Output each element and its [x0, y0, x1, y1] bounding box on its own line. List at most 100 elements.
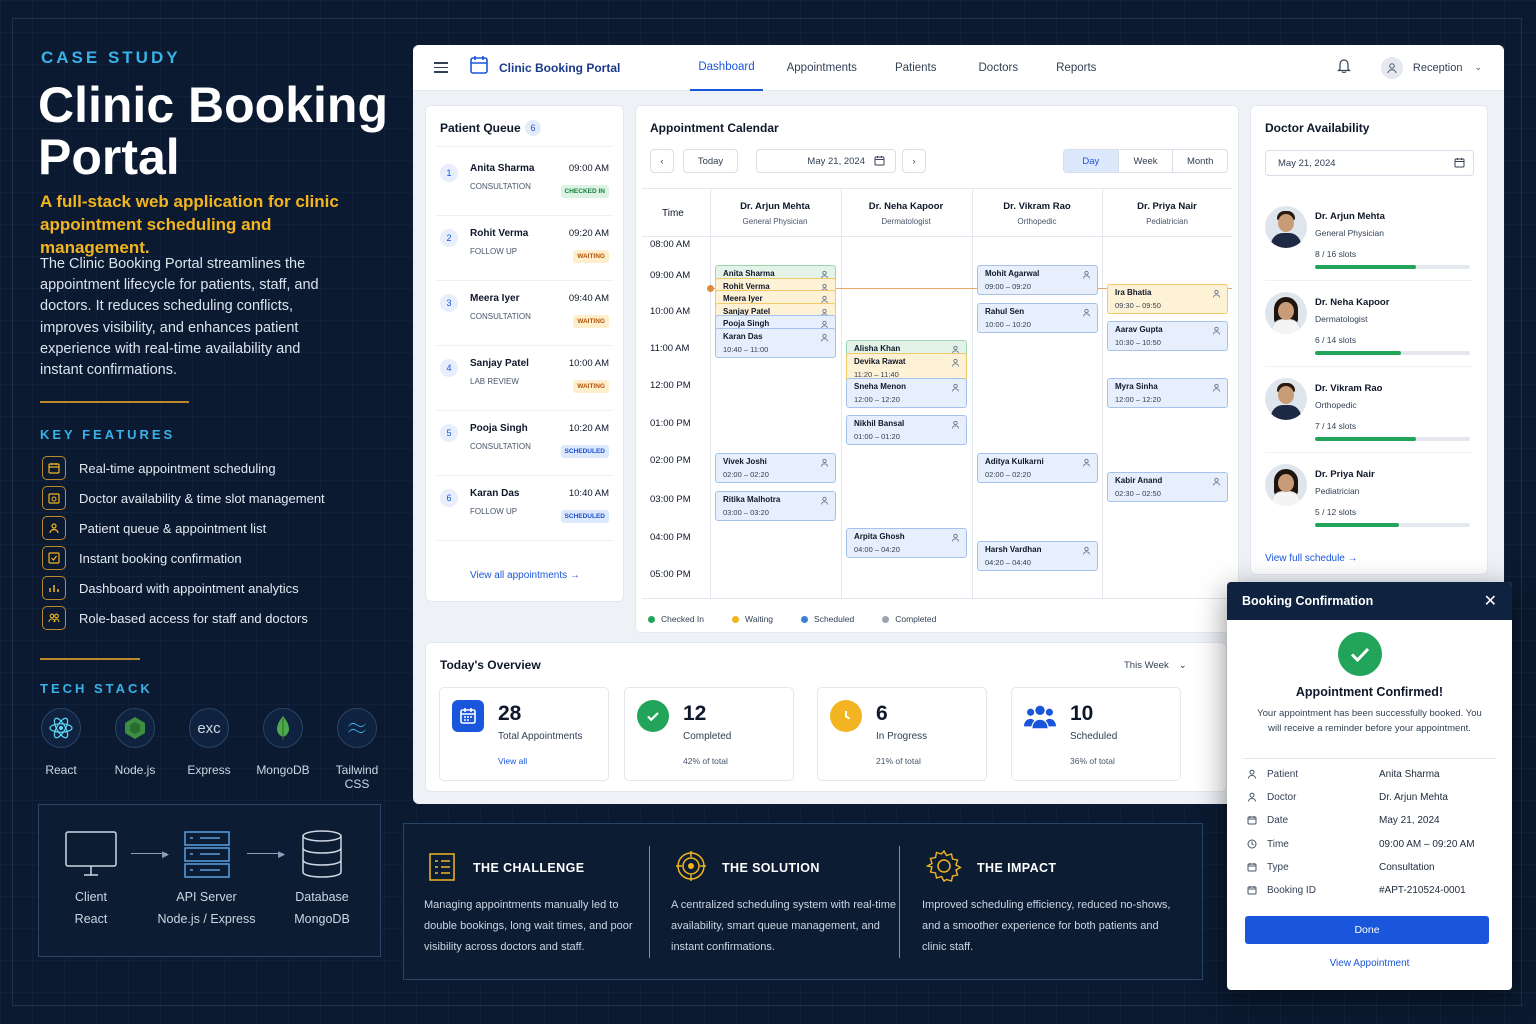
- stat-label: Scheduled: [1070, 731, 1118, 742]
- today-button[interactable]: Today: [683, 149, 738, 173]
- feature-label: Role-based access for staff and doctors: [79, 610, 308, 626]
- view-day-button[interactable]: Day: [1064, 150, 1118, 172]
- hamburger-menu-icon[interactable]: [434, 59, 448, 76]
- queue-item[interactable]: 5 Pooja Singh CONSULTATION 10:20 AM SCHEDULE…: [436, 412, 613, 476]
- bell-icon[interactable]: [1336, 58, 1351, 78]
- appointment-block[interactable]: Vivek Joshi 02:00 – 02:20: [715, 453, 836, 483]
- appointment-block[interactable]: Myra Sinha 12:00 – 12:20: [1107, 377, 1228, 408]
- status-badge: WAITING: [573, 315, 609, 328]
- person-icon: [951, 533, 960, 544]
- legend-label: Waiting: [745, 614, 774, 624]
- queue-item[interactable]: 6 Karan Das FOLLOW UP 10:40 AM SCHEDULED: [436, 477, 613, 541]
- next-day-button[interactable]: ›: [902, 149, 926, 173]
- appointment-time: 09:30 – 09:50: [1115, 300, 1161, 310]
- doctor-icon: [1247, 792, 1257, 805]
- appointment-block[interactable]: Karan Das 10:40 – 11:00: [715, 327, 836, 358]
- divider: [710, 188, 711, 598]
- description: The Clinic Booking Portal streamlines th…: [40, 256, 319, 379]
- appointment-time: 09:40 AM: [568, 293, 609, 304]
- chevron-down-icon[interactable]: ⌄: [1474, 62, 1482, 73]
- nav-tab-patients[interactable]: Patients: [895, 45, 937, 91]
- legend-dot: [801, 615, 809, 623]
- patient-name: Anita Sharma: [470, 163, 535, 174]
- user-role[interactable]: Reception: [1413, 62, 1463, 74]
- appointment-block[interactable]: Ira Bhatia 09:30 – 09:50: [1107, 283, 1228, 314]
- appointment-block[interactable]: Rahul Sen 10:00 – 10:20: [977, 302, 1098, 333]
- express-icon: exc: [189, 708, 229, 748]
- tech-react: React: [26, 708, 96, 791]
- detail-key: Doctor: [1267, 792, 1297, 804]
- appointment-patient: Nikhil Bansal: [854, 419, 905, 429]
- overview-range-select[interactable]: This Week ⌄: [1124, 660, 1187, 671]
- person-icon: [1212, 326, 1221, 337]
- view-appointment-link[interactable]: View Appointment: [1227, 958, 1512, 969]
- patient-name: Karan Das: [470, 488, 520, 499]
- date-picker[interactable]: May 21, 2024: [756, 149, 896, 173]
- doctor-column-header: Dr. Priya Nair Pediatrician: [1102, 201, 1232, 226]
- slots-progress-fill: [1315, 437, 1416, 441]
- appointment-patient: Vivek Joshi: [723, 457, 767, 466]
- doctor-specialty: Pediatrician: [1315, 486, 1360, 496]
- feature-label: Real-time appointment scheduling: [79, 460, 276, 476]
- appointment-block[interactable]: Sneha Menon 12:00 – 12:20: [846, 377, 967, 408]
- doctor-column-header: Dr. Neha Kapoor Dermatologist: [841, 201, 971, 226]
- time-label: 05:00 PM: [650, 569, 691, 580]
- queue-item[interactable]: 2 Rohit Verma FOLLOW UP 09:20 AM WAITING: [436, 217, 613, 281]
- clock-calendar-icon: [42, 486, 66, 510]
- view-full-schedule-link[interactable]: View full schedule →: [1265, 553, 1358, 564]
- challenge-text: Managing appointments manually led to do…: [424, 899, 633, 953]
- legend-label: Checked In: [661, 614, 704, 624]
- prev-day-button[interactable]: ‹: [650, 149, 674, 173]
- appointment-type: CONSULTATION: [470, 182, 531, 191]
- appointment-block[interactable]: Mohit Agarwal 09:00 – 09:20: [977, 265, 1098, 295]
- queue-item[interactable]: 1 Anita Sharma CONSULTATION 09:00 AM CHECKED…: [436, 152, 613, 216]
- stat-value: 6: [876, 702, 888, 725]
- appointment-time: 03:00 – 03:20: [723, 507, 769, 517]
- close-icon[interactable]: ✕: [1484, 591, 1497, 611]
- modal-message: Your appointment has been successfully b…: [1257, 708, 1482, 734]
- appointment-block[interactable]: Arpita Ghosh 04:00 – 04:20: [846, 528, 967, 559]
- view-all-appointments-link[interactable]: View all appointments →: [470, 570, 580, 581]
- appointment-block[interactable]: Aarav Gupta 10:30 – 10:50: [1107, 321, 1228, 352]
- stat-card-in-progress: 6 In Progress 21% of total: [817, 687, 987, 781]
- view-switcher: Day Week Month: [1063, 149, 1228, 173]
- appointment-block[interactable]: Harsh Vardhan 04:20 – 04:40: [977, 540, 1098, 571]
- booking-detail-row: Time 09:00 AM – 09:20 AM: [1247, 839, 1492, 857]
- patient-name: Meera Iyer: [470, 293, 520, 304]
- availability-date-picker[interactable]: May 21, 2024: [1265, 150, 1474, 176]
- divider: [649, 846, 650, 958]
- case-study-eyebrow: CASE STUDY: [41, 48, 181, 67]
- nav-tab-dashboard[interactable]: Dashboard: [690, 45, 763, 91]
- slots-progress-fill: [1315, 265, 1416, 269]
- done-button[interactable]: Done: [1245, 916, 1489, 944]
- stat-view-all-link[interactable]: View all: [498, 756, 527, 766]
- detail-key: Booking ID: [1267, 885, 1316, 896]
- time-label: 11:00 AM: [650, 343, 690, 354]
- status-badge: WAITING: [573, 380, 609, 393]
- view-week-button[interactable]: Week: [1117, 150, 1173, 172]
- doctor-specialty: Orthopedic: [1017, 217, 1057, 226]
- doctor-name: Dr. Neha Kapoor: [1315, 297, 1390, 308]
- time-label: 08:00 AM: [650, 239, 691, 250]
- booking-detail-row: Patient Anita Sharma: [1247, 769, 1492, 787]
- view-month-button[interactable]: Month: [1172, 150, 1227, 172]
- queue-item[interactable]: 4 Sanjay Patel LAB REVIEW 10:00 AM WAITING: [436, 347, 613, 411]
- appointment-block[interactable]: Nikhil Bansal 01:00 – 01:20: [846, 415, 967, 446]
- user-avatar-icon[interactable]: [1380, 56, 1403, 79]
- appointment-time: 02:00 – 02:20: [985, 470, 1031, 479]
- detail-value: #APT-210524-0001: [1379, 885, 1466, 896]
- appointment-block[interactable]: Ritika Malhotra 03:00 – 03:20: [715, 490, 836, 521]
- app-title[interactable]: Clinic Booking Portal: [499, 61, 620, 75]
- queue-item[interactable]: 3 Meera Iyer CONSULTATION 09:40 AM WAITING: [436, 282, 613, 346]
- nav-tab-reports[interactable]: Reports: [1056, 45, 1096, 91]
- nav-tab-doctors[interactable]: Doctors: [979, 45, 1019, 91]
- appointment-time: 04:20 – 04:40: [985, 557, 1031, 567]
- appointment-block[interactable]: Kabir Anand 02:30 – 02:50: [1107, 471, 1228, 502]
- topbar-right: Reception ⌄: [1336, 56, 1482, 79]
- person-icon: [1247, 769, 1257, 782]
- person-icon: [1212, 289, 1221, 300]
- architecture-diagram: Client React ▶ API Server Node.js / Expr…: [38, 804, 381, 957]
- nav-tab-appointments[interactable]: Appointments: [787, 45, 857, 91]
- calendar-icon: [42, 456, 66, 480]
- appointment-block[interactable]: Aditya Kulkarni 02:00 – 02:20: [977, 453, 1098, 483]
